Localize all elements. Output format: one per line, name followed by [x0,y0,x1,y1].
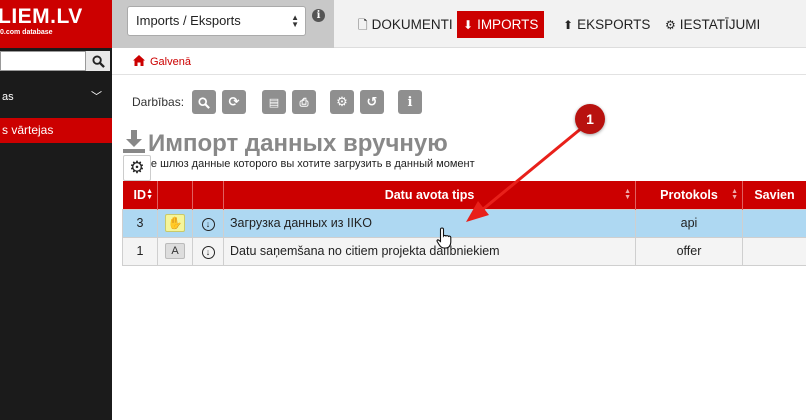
download-circle-icon: ↓ [201,217,215,231]
search-button[interactable] [86,51,110,71]
page-subtitle: те шлюз данные которого вы хотите загруз… [146,158,475,170]
download-circle-icon: ↓ [201,245,215,259]
download-icon: ⬇ [463,18,474,32]
nav-label: DOKUMENTI [371,17,453,32]
cell-connection [742,236,806,266]
sort-icon: ▲ ▼ [624,188,631,201]
cell-source-name[interactable]: Datu saņemšana no citiem projekta dalībn… [223,236,636,266]
nav-dokumenti[interactable]: 🗋 DOKUMENTI [352,11,459,38]
search-button[interactable] [192,90,216,114]
select-arrows-icon: ▲ ▼ [291,13,299,29]
breadcrumb-home-link[interactable]: Galvenā [150,56,191,68]
cell-type: A [157,236,193,266]
auto-badge: A [165,243,185,259]
gears-icon: ⚙ [665,18,676,32]
column-header-connection[interactable]: Savien [742,181,806,209]
column-header-label: ID [133,187,147,202]
cell-protocol: api [635,208,743,238]
top-nav: 🗋 DOKUMENTI ⬇ IMPORTS ⬆ EKSPORTS ⚙ IESTATĪJU… [334,0,806,48]
cell-protocol: offer [635,236,743,266]
hand-icon: ✋ [165,214,185,232]
sidebar-item-active[interactable]: s vārtejas [0,118,112,143]
breadcrumb: Galvenā [133,53,191,69]
logo-subtitle: 0.com database [0,29,53,36]
cell-id: 3 [122,208,158,238]
divider [112,74,806,75]
nav-imports[interactable]: ⬇ IMPORTS [457,11,545,38]
download-icon [122,130,146,154]
logo[interactable]: LIEM.LV 0.com database [0,0,112,48]
history-button[interactable]: ↺ [360,90,384,114]
file-icon: 🗋 [358,18,368,32]
sidebar: as ﹀ s vārtejas [0,48,112,420]
sort-icon: ▲ ▼ [731,188,738,201]
cell-source-name[interactable]: Загрузка данных из IIKO [223,208,636,238]
info-button[interactable]: i [398,90,422,114]
cell-download[interactable]: ↓ [192,236,224,266]
column-header-type-icon [157,181,193,209]
nav-label: EKSPORTS [577,17,651,32]
search-icon [91,55,105,69]
source-select-value: Imports / Eksports [136,13,241,28]
nav-eksports[interactable]: ⬆ EKSPORTS [557,11,656,38]
cell-type: ✋ [157,208,193,238]
print-button[interactable]: ⎙ [292,90,316,114]
search-icon [198,96,210,109]
nav-iestatijumi[interactable]: ⚙ IESTATĪJUMI [659,11,766,38]
hand-cursor-icon [436,227,452,249]
cell-connection [742,208,806,238]
home-icon [133,53,145,69]
table-header-row: ID ▲ ▼ Datu avota tips ▲ ▼ Protokols ▲ ▼ Savie… [122,181,806,209]
sidebar-search-input[interactable] [0,51,86,71]
print-icon: ⎙ [299,97,309,109]
table-row[interactable]: 3 ✋ ↓ Загрузка данных из IIKO api [122,208,806,238]
sidebar-group[interactable]: as ﹀ [0,84,112,110]
upload-icon: ⬆ [563,18,574,32]
sort-icon: ▲ ▼ [146,188,153,201]
info-icon[interactable]: i [312,9,325,22]
table-row[interactable]: 1 A ↓ Datu saņemšana no citiem projekta … [122,236,806,266]
source-select[interactable]: Imports / Eksports ▲ ▼ [127,6,306,36]
column-header-label: Protokols [660,187,718,202]
nav-label: IESTATĪJUMI [679,17,761,32]
page-title: Импорт данных вручную [148,130,448,157]
toolbar-label: Darbības: [132,95,185,109]
chevron-down-icon: ﹀ [91,91,102,103]
excel-icon: ▤ [268,97,280,109]
cell-download[interactable]: ↓ [192,208,224,238]
logo-brand: LIEM.LV [0,5,83,28]
column-header-download [192,181,224,209]
column-header-source-type[interactable]: Datu avota tips ▲ ▼ [223,181,636,209]
column-header-id[interactable]: ID ▲ ▼ [122,181,158,209]
sidebar-group-label: as [2,91,14,103]
import-table: ID ▲ ▼ Datu avota tips ▲ ▼ Protokols ▲ ▼ Savie… [122,181,806,266]
column-header-label: Savien [754,187,795,202]
annotation-badge: 1 [575,104,605,134]
settings-button[interactable]: ⚙ [330,90,354,114]
cell-id: 1 [122,236,158,266]
source-select-area: Imports / Eksports ▲ ▼ i [112,0,334,48]
column-header-label: Datu avota tips [384,187,475,202]
info-icon: i [407,95,413,110]
excel-export-button[interactable]: ▤ [262,90,286,114]
sidebar-item-label: s vārtejas [2,123,54,137]
refresh-icon: ⟳ [228,94,240,109]
history-icon: ↺ [366,94,378,109]
gears-icon[interactable]: ⚙ [123,155,151,181]
nav-label: IMPORTS [477,17,539,32]
column-header-protocol[interactable]: Protokols ▲ ▼ [635,181,743,209]
refresh-button[interactable]: ⟳ [222,90,246,114]
settings-icon: ⚙ [336,94,348,109]
